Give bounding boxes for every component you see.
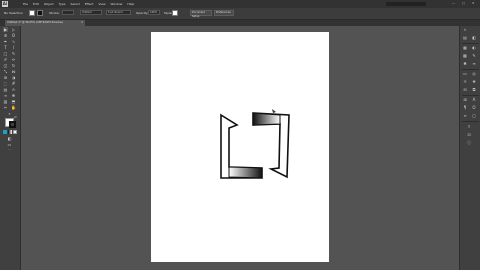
- collapse-panels-icon[interactable]: «: [462, 27, 468, 33]
- links-panel-icon[interactable]: ∞: [462, 113, 468, 119]
- symbols-panel-icon[interactable]: ♣: [462, 61, 468, 67]
- draw-mode-icon[interactable]: ◧: [7, 136, 12, 141]
- menu-edit[interactable]: Edit: [33, 2, 39, 6]
- fill-swatch[interactable]: [29, 10, 35, 16]
- pen-tool-icon[interactable]: ✒: [3, 39, 8, 44]
- navigator-panel-icon[interactable]: ⊡: [466, 132, 472, 138]
- rectangle-tool-icon[interactable]: □: [3, 51, 8, 56]
- direct-selection-tool-icon[interactable]: ▷: [11, 27, 16, 32]
- align-panel-icon[interactable]: ⊟: [462, 87, 468, 93]
- graphic-style-swatch[interactable]: [172, 10, 178, 16]
- close-tab-icon[interactable]: ×: [81, 20, 83, 26]
- free-transform-tool-icon[interactable]: ⊞: [3, 75, 8, 80]
- layers-panel-icon[interactable]: ◧: [471, 35, 477, 41]
- close-window-button[interactable]: ✕: [472, 1, 477, 6]
- graphic-styles-panel-icon[interactable]: ❖: [471, 79, 477, 85]
- scale-tool-icon[interactable]: ⤡: [3, 69, 8, 74]
- zoom-tool-icon[interactable]: ⌕: [7, 111, 12, 116]
- gradient-panel-icon[interactable]: ▭: [462, 71, 468, 77]
- eyedropper-tool-icon[interactable]: ✍: [11, 87, 16, 92]
- width-tool-icon[interactable]: ⋈: [11, 69, 16, 74]
- brushes-panel-icon[interactable]: ✎: [471, 53, 477, 59]
- gradient-mode-icon[interactable]: [8, 130, 12, 134]
- menu-type[interactable]: Type: [59, 2, 66, 6]
- libraries-panel-icon[interactable]: ▦: [462, 45, 468, 51]
- none-mode-icon[interactable]: [13, 130, 17, 134]
- swap-colors-icon[interactable]: ⇄: [13, 115, 18, 120]
- pencil-tool-icon[interactable]: ✏: [11, 57, 16, 62]
- cursor-pointer-icon: [272, 109, 276, 113]
- artboard[interactable]: [151, 32, 329, 262]
- properties-panel-icon[interactable]: ▤: [462, 35, 468, 41]
- menu-effect[interactable]: Effect: [85, 2, 94, 6]
- swatches-panel-icon[interactable]: ▩: [462, 53, 468, 59]
- minimize-button[interactable]: —: [452, 1, 457, 6]
- artboards-panel-icon[interactable]: ▢: [471, 113, 477, 119]
- stroke-panel-icon[interactable]: ≡: [471, 61, 477, 67]
- document-tab-bar: Untitled-1* @ 56.05% (CMYK/GPU Preview) …: [0, 20, 480, 26]
- character-panel-icon[interactable]: A: [471, 97, 477, 103]
- transform-panel-icon[interactable]: ⊞: [462, 97, 468, 103]
- curvature-tool-icon[interactable]: ∿: [11, 39, 16, 44]
- menu-file[interactable]: File: [23, 2, 28, 6]
- control-bar: No Selection Stroke: Uniform 5 pt. Round…: [0, 8, 480, 20]
- opentype-panel-icon[interactable]: O: [471, 105, 477, 111]
- line-tool-icon[interactable]: /: [11, 45, 16, 50]
- menu-help[interactable]: Help: [127, 2, 134, 6]
- stroke-color-swatch[interactable]: [9, 121, 16, 128]
- rotate-tool-icon[interactable]: ↻: [11, 63, 16, 68]
- hand-tool-icon[interactable]: ✋: [11, 105, 16, 110]
- blend-tool-icon[interactable]: ∞: [3, 93, 8, 98]
- type-tool-icon[interactable]: T: [3, 45, 8, 50]
- paragraph-panel-icon[interactable]: ¶: [462, 105, 468, 111]
- info-panel-icon[interactable]: ⓘ: [466, 140, 472, 146]
- mesh-tool-icon[interactable]: #: [11, 81, 16, 86]
- preferences-button[interactable]: Preferences: [214, 10, 234, 16]
- stroke-weight-field[interactable]: [62, 10, 74, 15]
- search-box[interactable]: [386, 2, 426, 6]
- artwork-canvas: [220, 109, 290, 179]
- color-panel-icon[interactable]: ◐: [471, 45, 477, 51]
- maximize-button[interactable]: □: [462, 1, 467, 6]
- eraser-tool-icon[interactable]: ◫: [3, 63, 8, 68]
- shape-builder-tool-icon[interactable]: ◑: [11, 75, 16, 80]
- document-setup-button[interactable]: Document Setup: [190, 10, 212, 18]
- menu-select[interactable]: Select: [71, 2, 80, 6]
- brush-definition[interactable]: 5 pt. Round: [106, 10, 131, 15]
- transparency-panel-icon[interactable]: ◎: [471, 71, 477, 77]
- menu-view[interactable]: View: [98, 2, 105, 6]
- selection-tool-icon[interactable]: ▶: [3, 27, 8, 32]
- graph-tool-icon[interactable]: ▥: [3, 99, 8, 104]
- pathfinder-panel-icon[interactable]: ⧉: [471, 87, 477, 93]
- right-panel-dock: « ▤ ◧ ▦ ◐ ▩ ✎ ♣ ≡ ▭ ◎ ☼ ❖ ⊟ ⧉ ⊞ A ¶ O ∞ …: [459, 26, 480, 270]
- paintbrush-tool-icon[interactable]: ✎: [11, 51, 16, 56]
- opacity-label: Opacity:: [136, 11, 149, 15]
- menu-object[interactable]: Object: [44, 2, 54, 6]
- perspective-grid-tool-icon[interactable]: ⬚: [3, 81, 8, 86]
- selection-status: No Selection: [4, 11, 23, 15]
- app-logo: Ai: [2, 1, 8, 7]
- edit-toolbar-icon[interactable]: ···: [7, 147, 12, 152]
- menu-items: File Edit Object Type Select Effect View…: [23, 2, 134, 6]
- magic-wand-tool-icon[interactable]: ✲: [3, 33, 8, 38]
- opacity-field[interactable]: 100%: [148, 10, 160, 15]
- asset-export-panel-icon[interactable]: ⇪: [466, 124, 472, 130]
- tools-panel: ▶ ▷ ✲ ʘ ✒ ∿ T / □ ✎ ✐ ✏ ◫ ↻ ⤡ ⋈ ⊞ ◑ ⬚ # …: [0, 26, 21, 270]
- stroke-label: Stroke:: [49, 11, 60, 15]
- document-tab-title: Untitled-1* @ 56.05% (CMYK/GPU Preview): [7, 21, 63, 24]
- appearance-panel-icon[interactable]: ☼: [462, 79, 468, 85]
- lasso-tool-icon[interactable]: ʘ: [11, 33, 16, 38]
- menu-bar: Ai File Edit Object Type Select Effect V…: [0, 0, 480, 8]
- stroke-swatch[interactable]: [37, 10, 43, 16]
- artboard-tool-icon[interactable]: ⬒: [11, 99, 16, 104]
- slice-tool-icon[interactable]: ✂: [3, 105, 8, 110]
- gradient-tool-icon[interactable]: ▤: [3, 87, 8, 92]
- variable-width-profile[interactable]: Uniform: [80, 10, 102, 15]
- color-mode-icon[interactable]: [3, 130, 7, 134]
- menu-window[interactable]: Window: [111, 2, 123, 6]
- symbol-sprayer-tool-icon[interactable]: ❋: [11, 93, 16, 98]
- shaper-tool-icon[interactable]: ✐: [3, 57, 8, 62]
